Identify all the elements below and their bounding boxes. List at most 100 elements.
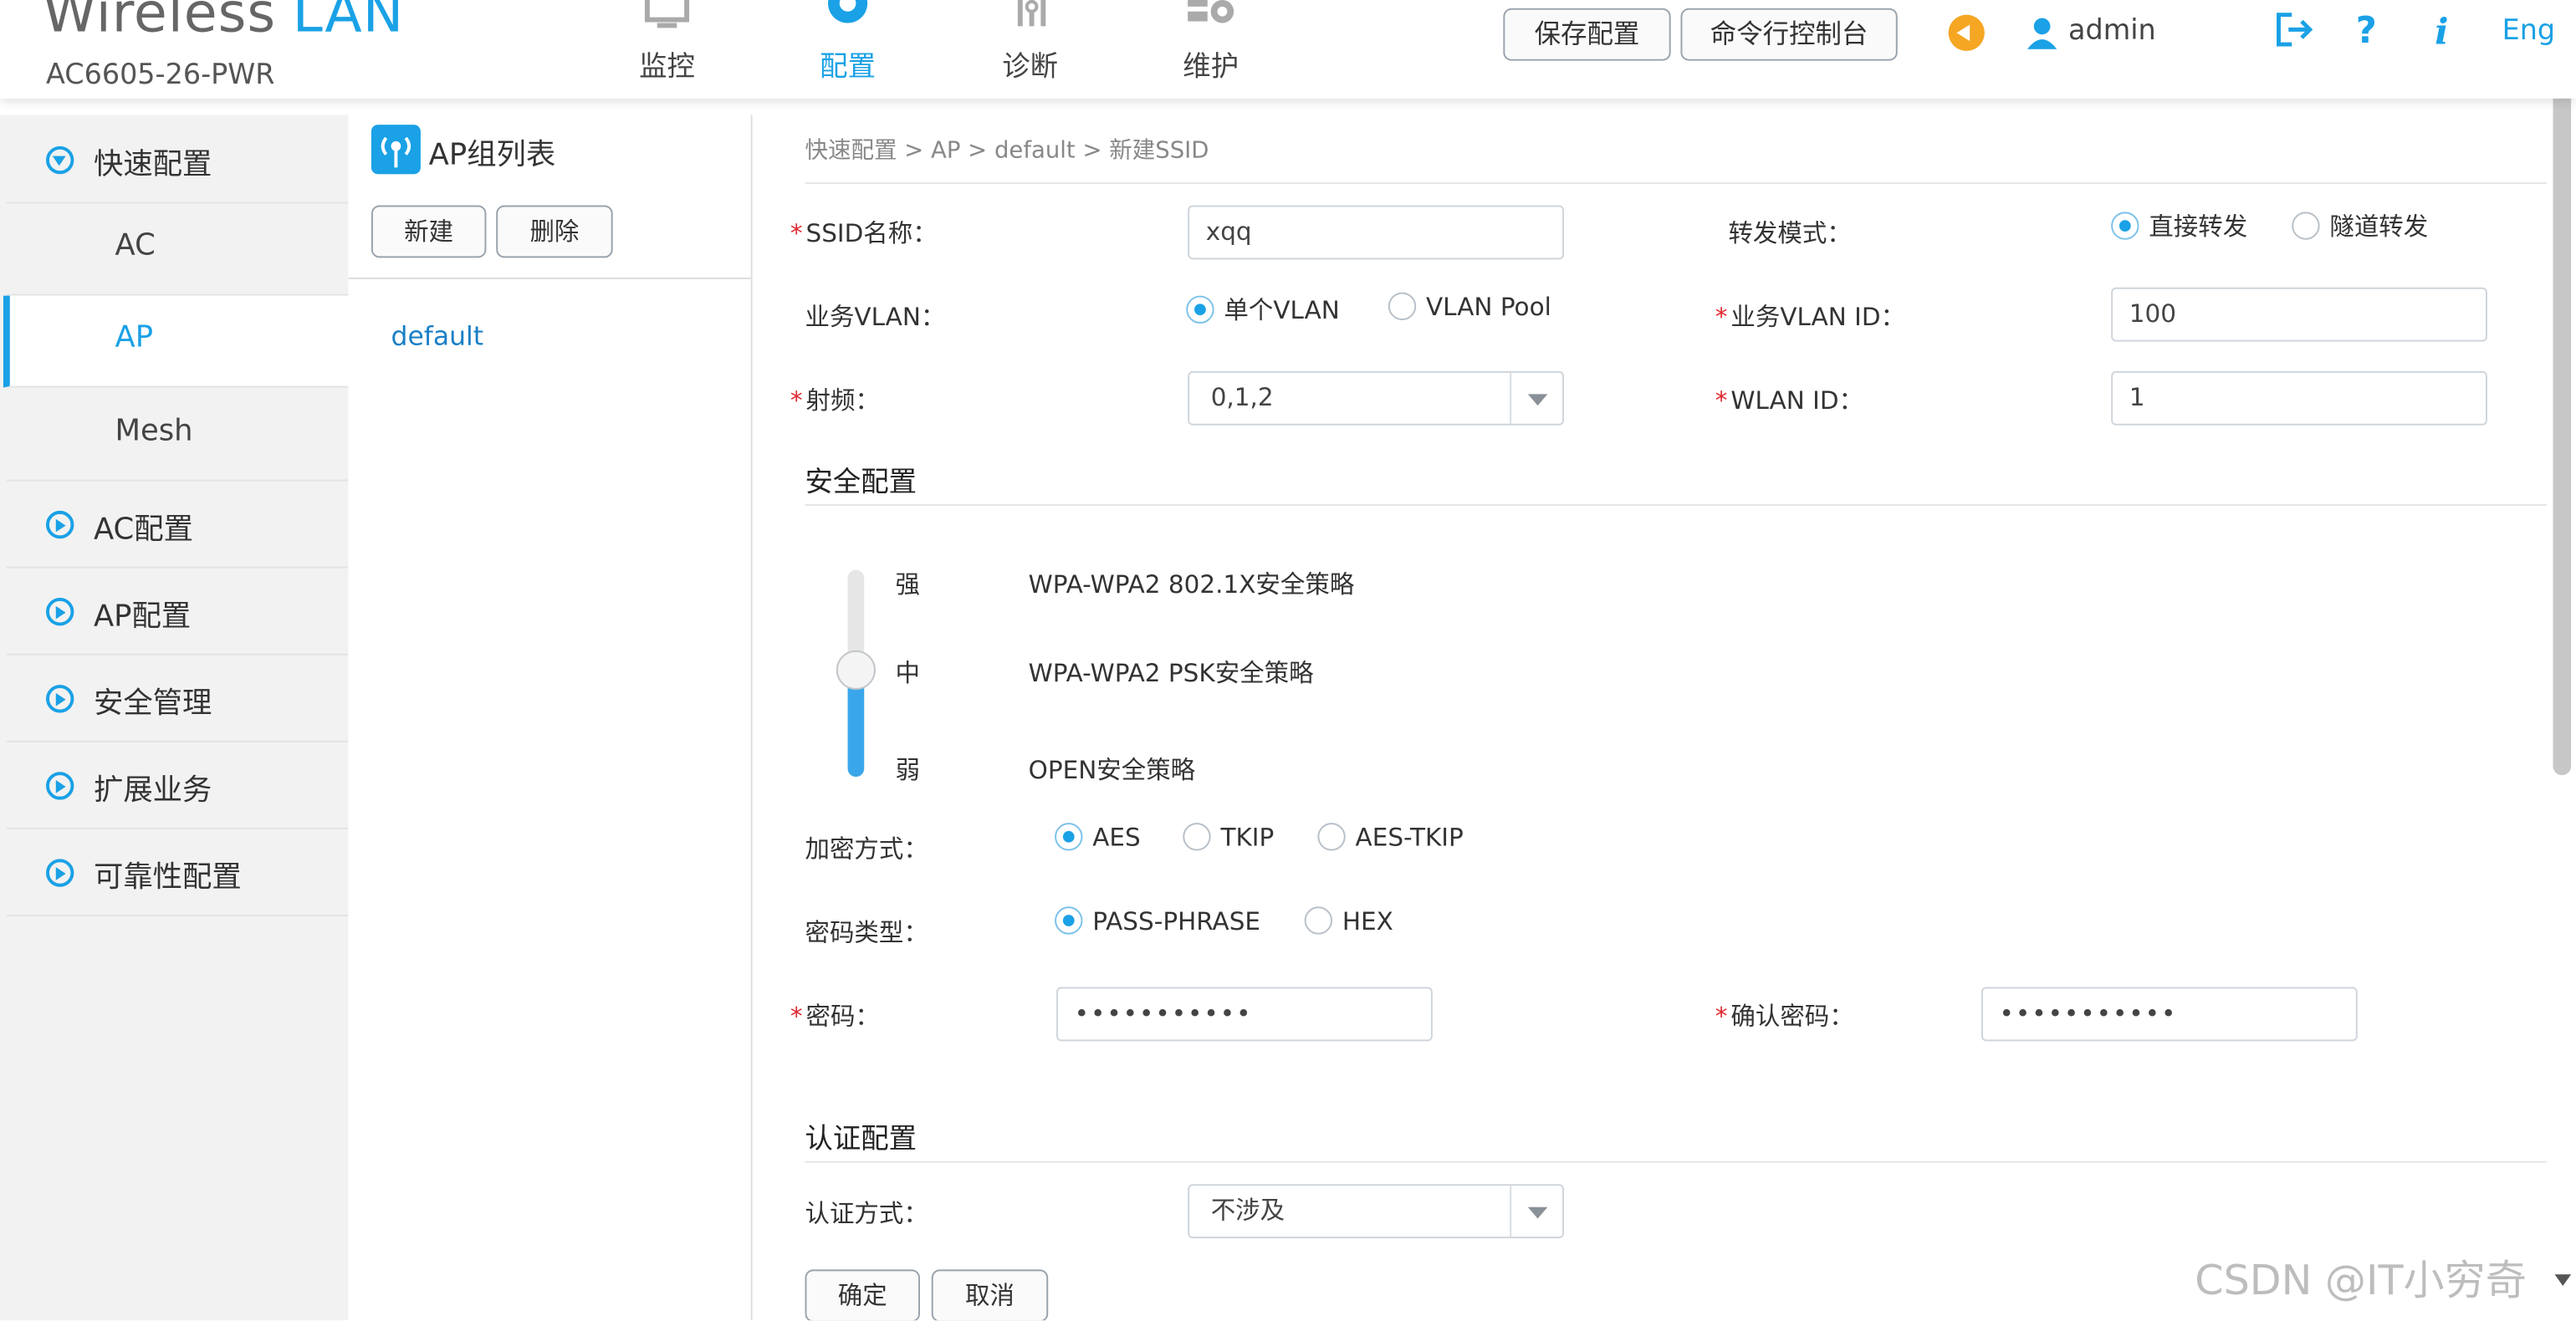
radio-band-select[interactable]: 0,1,2: [1188, 370, 1565, 426]
user-icon: [2027, 18, 2057, 49]
vlan-pool-radio[interactable]: VLAN Pool: [1388, 292, 1551, 322]
radio-band-label: * 射频：: [790, 385, 880, 416]
sidebar-item-extended[interactable]: 扩展业务: [6, 743, 349, 829]
logout-icon[interactable]: [2276, 12, 2315, 48]
vertical-scrollbar[interactable]: [2553, 65, 2572, 776]
scroll-down-icon[interactable]: [2554, 1274, 2572, 1287]
confirm-password-input[interactable]: •••••••••••: [1981, 987, 2358, 1042]
chevron-right-icon: [46, 598, 74, 626]
sidebar-item-label: 安全管理: [93, 686, 212, 722]
vlan-id-label: * 业务VLAN ID：: [1715, 302, 1905, 332]
tab-diagnose[interactable]: 诊断: [964, 0, 1096, 99]
speaker-icon[interactable]: [1948, 14, 1985, 51]
pwd-hex-radio[interactable]: HEX: [1304, 906, 1393, 936]
cancel-button[interactable]: 取消: [931, 1269, 1049, 1321]
confirm-button[interactable]: 确定: [805, 1269, 921, 1321]
password-input[interactable]: •••••••••••: [1056, 987, 1433, 1042]
wlan-id-label: * WLAN ID：: [1715, 385, 1864, 416]
sidebar-item-label: 快速配置: [93, 147, 212, 183]
chevron-right-icon: [46, 772, 74, 800]
chevron-right-icon: [46, 859, 74, 887]
forward-direct-radio[interactable]: 直接转发: [2111, 208, 2247, 242]
logo-lan: LAN: [292, 0, 405, 45]
sidebar-item-ac-config[interactable]: AC配置: [6, 482, 349, 569]
chevron-down-icon: [1510, 372, 1562, 424]
policy-8021x: WPA-WPA2 802.1X安全策略: [1028, 569, 1355, 599]
vlan-id-input[interactable]: 100: [2111, 287, 2487, 342]
encrypt-tkip-radio[interactable]: TKIP: [1183, 823, 1274, 852]
gear-icon: [828, 0, 868, 23]
encrypt-aes-tkip-radio[interactable]: AES-TKIP: [1317, 823, 1464, 852]
divider: [805, 504, 2547, 507]
monitor-icon: [644, 0, 690, 28]
divider: [805, 182, 2547, 185]
diagnose-icon: [1017, 0, 1046, 27]
language-switch[interactable]: Eng: [2502, 15, 2555, 48]
wifi-ap-icon: [371, 125, 421, 175]
top-header: Wireless LAN AC6605-26-PWR 监控 配置 诊断 维护 保存…: [0, 0, 2576, 99]
sidebar-item-label: AP配置: [93, 599, 192, 635]
breadcrumb: 快速配置 > AP > default > 新建SSID: [805, 138, 1209, 165]
sidebar-sub-label: Mesh: [115, 414, 193, 449]
new-group-button[interactable]: 新建: [371, 205, 487, 258]
divider: [348, 277, 751, 279]
sidebar-item-label: 可靠性配置: [93, 860, 242, 895]
password-type-label: 密码类型：: [805, 918, 928, 948]
ssid-label: * SSID名称：: [790, 218, 938, 248]
ap-group-panel: AP组列表 新建 删除 default: [348, 115, 753, 1321]
auth-section-title: 认证配置: [805, 1123, 917, 1156]
username[interactable]: admin: [2068, 15, 2156, 48]
sidebar-item-reliability[interactable]: 可靠性配置: [6, 830, 349, 917]
tab-config[interactable]: 配置: [782, 0, 913, 99]
sidebar-sub-ac[interactable]: AC: [6, 203, 349, 296]
policy-open: OPEN安全策略: [1028, 755, 1196, 785]
brand-logo: Wireless LAN: [43, 0, 404, 44]
save-config-button[interactable]: 保存配置: [1503, 8, 1671, 61]
info-icon[interactable]: i: [2435, 12, 2448, 54]
sidebar-item-label: 扩展业务: [93, 773, 212, 808]
pwd-passphrase-radio[interactable]: PASS-PHRASE: [1055, 906, 1260, 936]
ssid-form: 快速配置 > AP > default > 新建SSID * SSID名称： xq…: [752, 115, 2560, 1321]
ssid-input[interactable]: xqq: [1188, 205, 1565, 260]
tab-maintain[interactable]: 维护: [1145, 0, 1276, 99]
auth-method-select[interactable]: 不涉及: [1188, 1184, 1565, 1239]
sidebar-sub-ap[interactable]: AP: [3, 295, 349, 388]
divider: [805, 1160, 2547, 1163]
auth-method-label: 认证方式：: [805, 1198, 928, 1229]
help-icon[interactable]: ?: [2356, 12, 2377, 53]
app-stage: Wireless LAN AC6605-26-PWR 监控 配置 诊断 维护 保存…: [0, 0, 2576, 1321]
chevron-right-icon: [46, 510, 74, 539]
forward-tunnel-radio[interactable]: 隧道转发: [2292, 208, 2428, 242]
wlan-id-input[interactable]: 1: [2111, 370, 2487, 426]
level-strong: 强: [895, 569, 921, 599]
forward-mode-label: 转发模式：: [1728, 218, 1852, 248]
chevron-down-icon: [46, 145, 74, 175]
sidebar-item-quick-config[interactable]: 快速配置: [6, 118, 349, 204]
delete-group-button[interactable]: 删除: [496, 205, 613, 258]
level-weak: 弱: [895, 755, 921, 785]
watermark: CSDN @IT小穷奇: [2195, 1256, 2527, 1304]
single-vlan-radio[interactable]: 单个VLAN: [1186, 293, 1340, 327]
group-item-default[interactable]: default: [391, 320, 484, 351]
maintain-icon: [1188, 0, 1234, 23]
password-label: * 密码：: [790, 1002, 880, 1032]
slider-knob[interactable]: [836, 650, 876, 691]
encrypt-aes-radio[interactable]: AES: [1055, 823, 1141, 852]
chevron-down-icon: [1510, 1186, 1562, 1237]
cli-console-button[interactable]: 命令行控制台: [1680, 8, 1898, 61]
chevron-right-icon: [46, 685, 74, 713]
panel-title: AP组列表: [428, 138, 556, 173]
policy-psk: WPA-WPA2 PSK安全策略: [1028, 658, 1314, 689]
sidebar-item-ap-config[interactable]: AP配置: [6, 569, 349, 655]
tab-monitor-label: 监控: [639, 50, 695, 84]
security-section-title: 安全配置: [805, 466, 917, 500]
tab-diagnose-label: 诊断: [1002, 50, 1059, 84]
sidebar: 快速配置 AC AP Mesh AC配置 AP配置 安全管理 扩展业务 可靠性配…: [0, 115, 349, 1321]
sidebar-sub-mesh[interactable]: Mesh: [6, 389, 349, 482]
sidebar-sub-label: AC: [115, 228, 156, 263]
level-medium: 中: [895, 658, 921, 689]
sidebar-item-security[interactable]: 安全管理: [6, 656, 349, 742]
vlan-label: 业务VLAN：: [805, 302, 946, 332]
tab-monitor[interactable]: 监控: [601, 0, 733, 99]
sidebar-sub-label: AP: [115, 320, 154, 355]
